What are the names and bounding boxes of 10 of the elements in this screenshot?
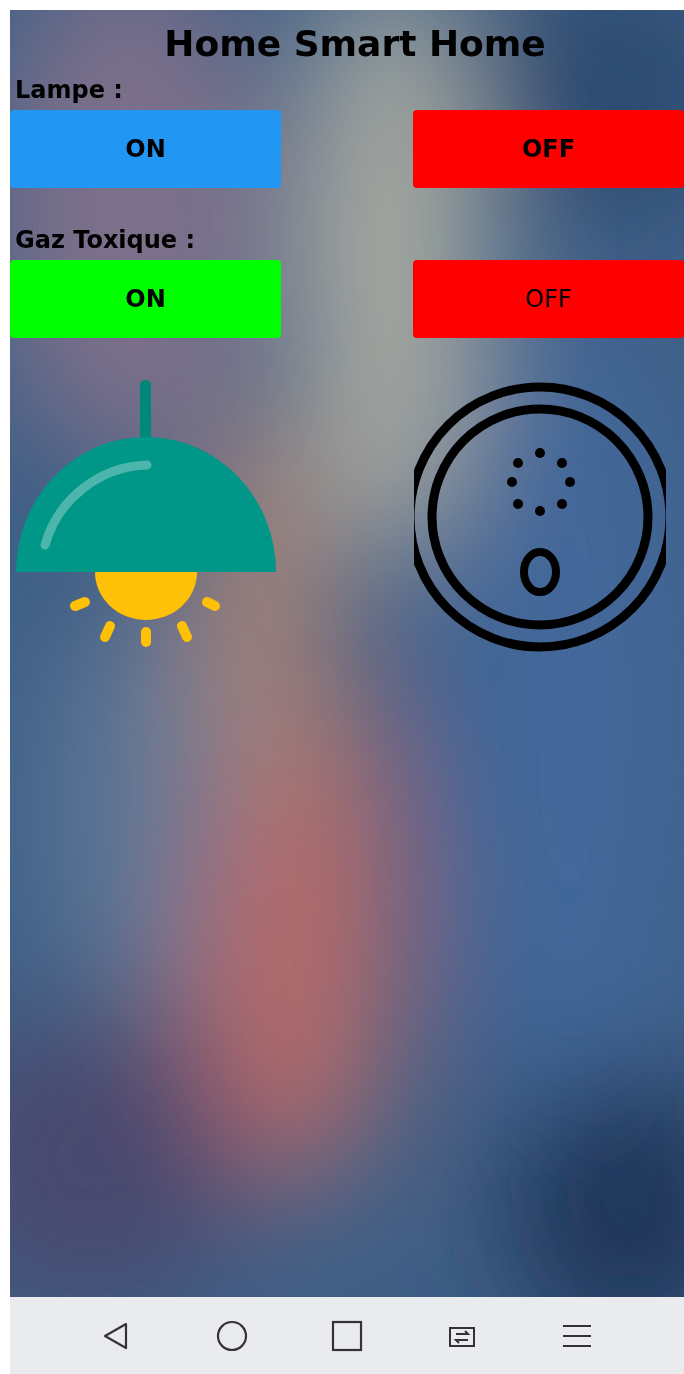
off-button[interactable]: OFF — [413, 110, 684, 188]
device-label: Gaz Toxique : — [15, 225, 197, 256]
device-label: Lampe : — [15, 75, 124, 106]
smoke-detector-icon — [414, 380, 666, 654]
off-button[interactable]: OFF — [413, 260, 684, 338]
on-button[interactable]: ON — [10, 110, 281, 188]
app-title: Home Smart Home — [164, 22, 546, 66]
home-icon[interactable] — [216, 1319, 249, 1352]
on-button[interactable]: ON — [10, 260, 281, 338]
recents-icon[interactable] — [331, 1319, 363, 1352]
